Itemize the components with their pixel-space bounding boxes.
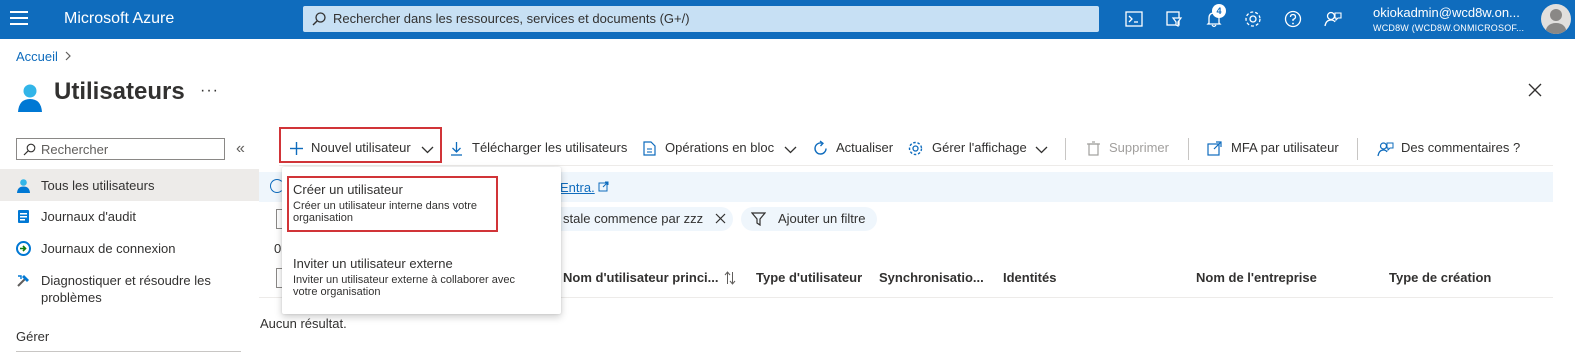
settings-icon[interactable] [1243,9,1263,29]
nav-search-input[interactable]: Rechercher [16,138,225,160]
menu-item-title: Inviter un utilisateur externe [293,256,453,271]
mfa-per-user-button[interactable]: MFA par utilisateur [1231,140,1339,155]
column-header-company[interactable]: Nom de l'entreprise [1196,270,1317,285]
command-separator [1357,138,1358,160]
add-filter-label: Ajouter un filtre [778,211,866,226]
result-count: 0 [274,241,282,256]
bulk-operations-icon [643,141,656,156]
chevron-right-icon [65,51,71,61]
nav-section-manage: Gérer [16,329,50,344]
chevron-down-icon[interactable] [1033,141,1050,158]
chevron-down-icon[interactable] [419,141,436,158]
column-header-upn[interactable]: Nom d'utilisateur princi... [563,270,719,285]
command-separator [1065,138,1066,160]
command-bar-divider [279,165,1553,166]
avatar[interactable] [1541,4,1571,34]
refresh-button[interactable]: Actualiser [836,140,893,155]
sidebar-item-label-line: problèmes [41,290,102,305]
diagnose-icon [17,275,29,287]
delete-button[interactable]: Supprimer [1109,140,1169,155]
refresh-icon [814,140,827,155]
close-icon[interactable] [1527,82,1543,98]
sort-icon[interactable] [724,271,736,285]
sidebar-item-diagnose[interactable]: Diagnostiquer et résoudre les problèmes [0,265,259,309]
feedback-icon[interactable] [1323,9,1343,29]
download-icon [451,142,462,156]
search-icon [23,143,36,156]
user-tenant-name[interactable]: WCD8W (WCD8W.ONMICROSOF... [1373,23,1524,33]
sidebar-item-label-line: Diagnostiquer et résoudre les [41,273,211,288]
add-filter-button[interactable]: Ajouter un filtre [741,207,877,231]
top-bar: Microsoft Azure Rechercher dans les ress… [0,0,1575,39]
command-separator [1188,138,1189,160]
notification-badge: 4 [1212,4,1226,18]
feedback-button[interactable]: Des commentaires ? [1401,140,1520,155]
hamburger-menu-icon[interactable] [10,11,28,27]
person-avatar-icon [1545,9,1567,34]
gear-icon [908,141,923,156]
empty-state-text: Aucun résultat. [260,316,347,331]
filter-icon [751,212,766,226]
active-filter-label: stale commence par zzz [563,211,704,226]
help-icon[interactable] [1283,9,1303,29]
active-filter-pill[interactable]: stale commence par zzz [545,207,733,231]
audit-log-icon [18,210,29,223]
new-user-button[interactable]: Nouvel utilisateur [311,140,411,155]
more-options-button[interactable]: ··· [200,82,219,100]
sidebar-item-label: Diagnostiquer et résoudre les problèmes [41,272,211,306]
search-icon [312,12,326,26]
download-users-button[interactable]: Télécharger les utilisateurs [472,140,627,155]
sidebar-item-label: Journaux de connexion [41,241,176,256]
mfa-icon [1207,141,1222,156]
page-title: Utilisateurs [54,78,185,105]
menu-item-invite-external-user[interactable]: Inviter un utilisateur externe Inviter u… [293,256,515,298]
column-header-identities[interactable]: Identités [1003,270,1056,285]
plus-icon [290,142,303,155]
sidebar-item-label: Journaux d'audit [41,209,136,224]
nav-search-placeholder: Rechercher [41,142,109,157]
user-account-name[interactable]: okiokadmin@wcd8w.on... [1373,5,1520,20]
chevron-down-icon[interactable] [782,141,799,158]
external-link-icon [598,181,609,192]
users-page-icon [18,84,42,112]
manage-view-button[interactable]: Gérer l'affichage [932,140,1027,155]
global-search-input[interactable]: Rechercher dans les ressources, services… [303,6,1099,32]
feedback-icon [1377,142,1394,157]
nav-divider [16,351,241,352]
menu-item-description-line: Inviter un utilisateur externe à collabo… [293,274,515,286]
menu-item-description: Inviter un utilisateur externe à collabo… [293,274,515,298]
column-header-sync[interactable]: Synchronisatio... [879,270,984,285]
collapse-nav-button[interactable]: « [236,140,245,158]
sign-in-log-icon [16,241,31,256]
search-placeholder: Rechercher dans les ressources, services… [333,11,690,26]
create-user-highlight [287,176,498,232]
directory-filter-icon[interactable] [1164,9,1184,29]
user-icon [17,179,30,193]
bulk-operations-button[interactable]: Opérations en bloc [665,140,774,155]
breadcrumb-home[interactable]: Accueil [16,49,58,64]
sidebar-item-label: Tous les utilisateurs [41,178,155,193]
menu-item-description-line: votre organisation [293,286,381,298]
column-header-user-type[interactable]: Type d'utilisateur [756,270,862,285]
sidebar-item-all-users[interactable]: Tous les utilisateurs [0,169,259,201]
entra-link[interactable]: Entra. [560,180,595,195]
close-icon[interactable] [715,213,726,224]
sidebar-item-sign-in-logs[interactable]: Journaux de connexion [0,233,259,265]
trash-icon [1087,141,1100,156]
brand-name[interactable]: Microsoft Azure [64,10,174,28]
column-header-creation-type[interactable]: Type de création [1389,270,1491,285]
sidebar-item-audit-logs[interactable]: Journaux d'audit [0,201,259,233]
cloud-shell-icon[interactable] [1124,9,1144,29]
